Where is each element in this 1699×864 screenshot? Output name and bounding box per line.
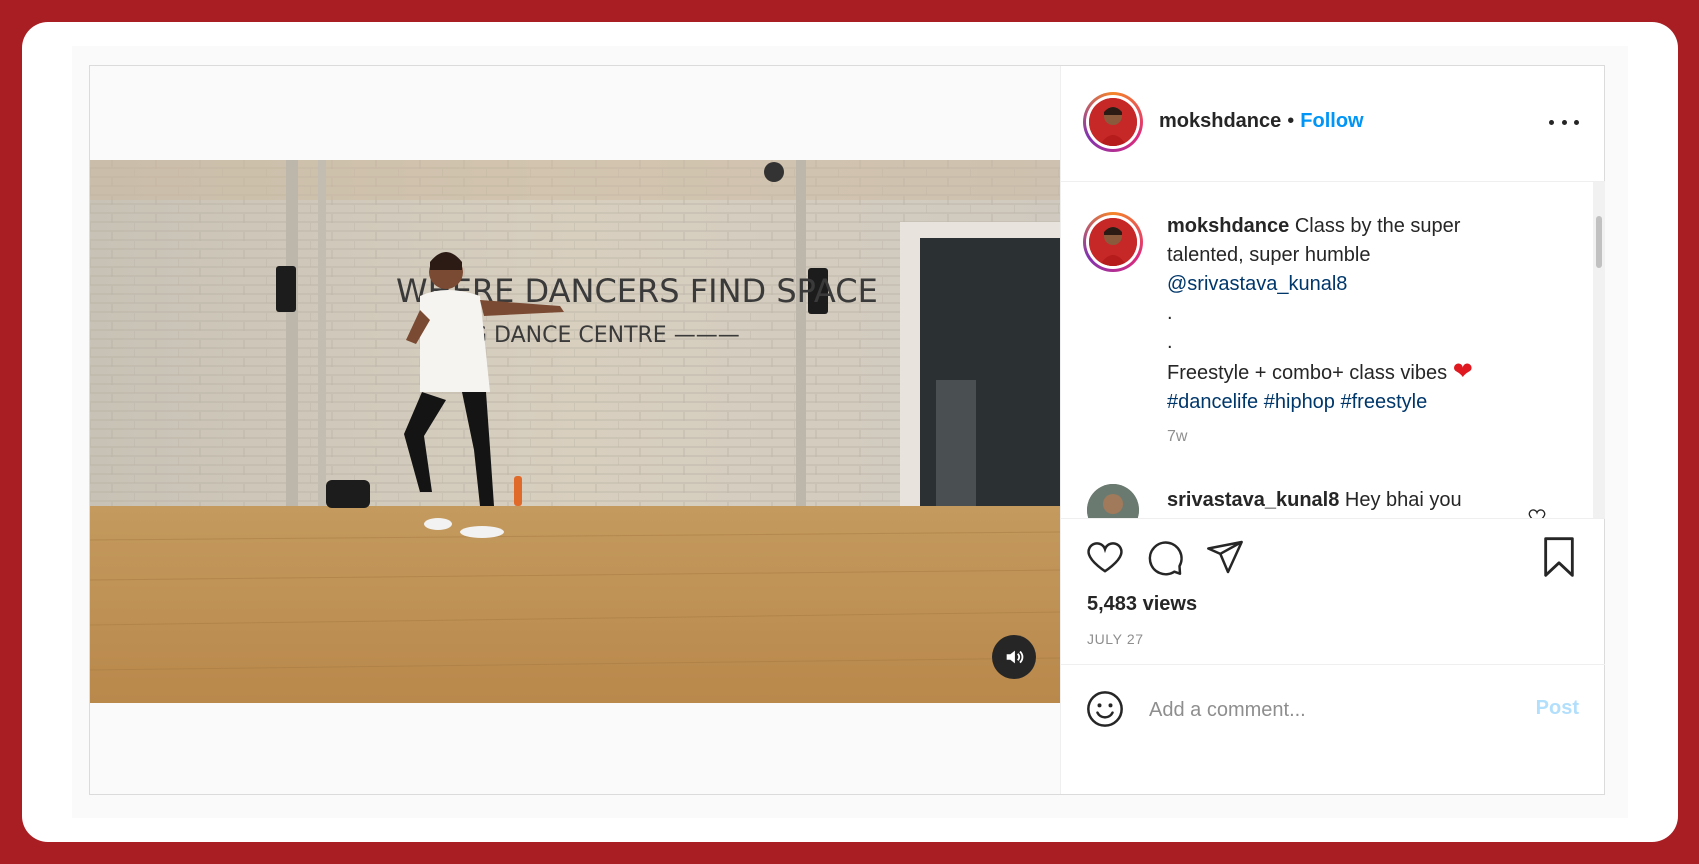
- video-player[interactable]: WHERE DANCERS FIND SPACE G DANCE CENTRE …: [90, 160, 1060, 703]
- caption-mention[interactable]: @srivastava_kunal8: [1167, 273, 1347, 295]
- instagram-embed: WHERE DANCERS FIND SPACE G DANCE CENTRE …: [89, 65, 1605, 795]
- hashtag-dancelife[interactable]: #dancelife: [1167, 391, 1258, 413]
- page-frame: WHERE DANCERS FIND SPACE G DANCE CENTRE …: [22, 22, 1678, 842]
- separator-dot: •: [1287, 110, 1295, 132]
- speaker-left: [276, 266, 296, 312]
- post-caption: mokshdance Class by the super talented, …: [1167, 212, 1497, 417]
- add-comment-bar: Post: [1061, 664, 1605, 794]
- share-button[interactable]: [1205, 537, 1245, 582]
- commenter-avatar[interactable]: [1087, 484, 1139, 518]
- comment-like-button[interactable]: [1527, 506, 1547, 518]
- avatar[interactable]: [1083, 92, 1143, 152]
- caption-avatar[interactable]: [1083, 212, 1143, 272]
- post-sidebar: mokshdance•Follow mokshdance Class by: [1061, 66, 1605, 794]
- caption-dot-2: .: [1167, 331, 1173, 353]
- action-bar: 5,483 views JULY 27: [1061, 518, 1605, 664]
- post-comment-button[interactable]: Post: [1536, 697, 1579, 720]
- more-icon: [1549, 119, 1554, 125]
- more-options-button[interactable]: [1549, 112, 1579, 132]
- emoji-icon: [1085, 691, 1125, 733]
- post-date[interactable]: JULY 27: [1087, 631, 1144, 647]
- emoji-button[interactable]: [1085, 689, 1125, 734]
- header-username[interactable]: mokshdance: [1159, 110, 1281, 132]
- bookmark-icon: [1539, 537, 1579, 583]
- share-icon: [1205, 540, 1245, 581]
- follow-button[interactable]: Follow: [1300, 110, 1363, 132]
- comment-username[interactable]: srivastava_kunal8: [1167, 489, 1339, 511]
- comment-input[interactable]: [1147, 687, 1481, 733]
- hashtag-hiphop[interactable]: #hiphop: [1264, 391, 1335, 413]
- post-header: mokshdance • Follow: [1061, 66, 1605, 182]
- comment-text: Hey bhai you: [1344, 489, 1462, 511]
- heart-icon: [1085, 542, 1125, 581]
- views-count[interactable]: 5,483 views: [1087, 593, 1197, 616]
- caption-vibes: Freestyle + combo+ class vibes: [1167, 362, 1448, 384]
- media-column: WHERE DANCERS FIND SPACE G DANCE CENTRE …: [90, 66, 1061, 794]
- comment-button[interactable]: [1145, 537, 1185, 582]
- volume-button[interactable]: [992, 635, 1036, 679]
- save-button[interactable]: [1539, 535, 1579, 584]
- hashtag-freestyle[interactable]: #freestyle: [1341, 391, 1428, 413]
- video-frame: WHERE DANCERS FIND SPACE G DANCE CENTRE …: [90, 160, 1060, 703]
- like-button[interactable]: [1085, 537, 1125, 582]
- comment-item: srivastava_kunal8 Hey bhai you: [1167, 486, 1487, 515]
- heart-emoji: ❤: [1452, 358, 1473, 385]
- comment-icon: [1145, 541, 1185, 581]
- wall-text-2: G DANCE CENTRE ———: [470, 323, 740, 348]
- comments-section[interactable]: mokshdance Class by the super talented, …: [1061, 182, 1605, 518]
- comments-scrollbar[interactable]: [1593, 182, 1605, 518]
- caption-time-ago: 7w: [1167, 428, 1188, 445]
- caption-username[interactable]: mokshdance: [1167, 215, 1289, 237]
- page-canvas: WHERE DANCERS FIND SPACE G DANCE CENTRE …: [72, 46, 1628, 818]
- bag: [326, 480, 370, 508]
- volume-icon: [1003, 646, 1025, 668]
- caption-dot-1: .: [1167, 302, 1173, 324]
